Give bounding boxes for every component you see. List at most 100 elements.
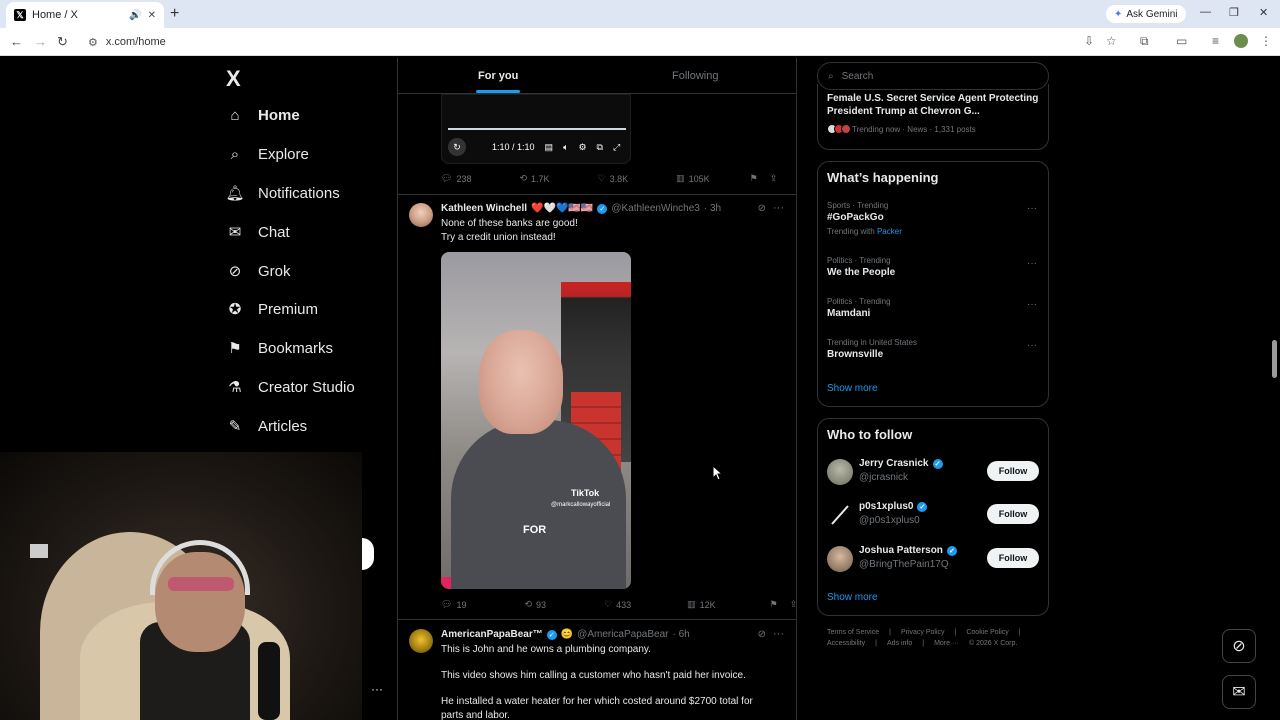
- profile-avatar[interactable]: [1234, 34, 1248, 48]
- account-avatar-partial[interactable]: [362, 538, 374, 570]
- follow-suggestion[interactable]: Joshua Patterson ✓ @BringThePain17Q Follo…: [827, 545, 1039, 575]
- show-more-trends-link[interactable]: Show more: [827, 383, 878, 394]
- follow-name[interactable]: Jerry Crasnick: [859, 458, 929, 469]
- share-icon[interactable]: ⇪: [770, 173, 778, 184]
- grok-icon[interactable]: ⊘: [758, 203, 766, 214]
- replay-icon[interactable]: ↻: [448, 138, 466, 156]
- follow-button[interactable]: Follow: [987, 504, 1039, 524]
- nav-premium[interactable]: ✪ Premium: [226, 300, 318, 319]
- follow-suggestion[interactable]: Jerry Crasnick ✓ @jcrasnick Follow: [827, 458, 1039, 488]
- footer-ads-link[interactable]: Ads info: [887, 640, 912, 647]
- more-icon[interactable]: ···: [1027, 203, 1037, 214]
- captions-icon[interactable]: ▤: [545, 142, 554, 153]
- previous-post-video[interactable]: ↻ 1:10 / 1:10 ▤ 🔈︎ ⚙ ⧉ ⤢: [441, 94, 631, 164]
- follow-button[interactable]: Follow: [987, 461, 1039, 481]
- address-bar[interactable]: ⚙ x.com/home: [82, 32, 1072, 52]
- more-icon[interactable]: ···: [1027, 299, 1037, 310]
- nav-articles[interactable]: ✎ Articles: [226, 417, 307, 436]
- x-logo-icon[interactable]: X: [226, 66, 241, 92]
- repost-button[interactable]: ⟲ 1.7K: [519, 173, 549, 184]
- footer-accessibility-link[interactable]: Accessibility: [827, 640, 865, 647]
- bookmark-post-icon[interactable]: ⚑: [770, 599, 778, 610]
- nav-home[interactable]: ⌂ Home: [226, 106, 299, 124]
- follow-name[interactable]: Joshua Patterson: [859, 545, 943, 556]
- fullscreen-icon[interactable]: ⤢: [613, 142, 620, 153]
- avatar[interactable]: [409, 629, 433, 653]
- avatar[interactable]: [409, 203, 433, 227]
- nav-creator-studio[interactable]: ⚗ Creator Studio: [226, 378, 354, 397]
- page-scrollbar[interactable]: [1271, 58, 1278, 720]
- nav-notifications[interactable]: 🔔︎ Notifications: [225, 184, 339, 203]
- browser-menu-icon[interactable]: ⋮: [1260, 34, 1272, 48]
- footer-cookie-link[interactable]: Cookie Policy: [966, 629, 1008, 636]
- more-icon[interactable]: ···: [773, 628, 784, 640]
- author-handle[interactable]: @KathleenWinche3: [611, 203, 700, 214]
- trend-item[interactable]: Trending in United States Brownsville ··…: [827, 338, 1037, 360]
- minimize-icon[interactable]: —: [1200, 6, 1211, 18]
- scrollbar-thumb[interactable]: [1272, 340, 1277, 378]
- new-tab-button[interactable]: +: [170, 5, 179, 23]
- follow-name[interactable]: p0s1xplus0: [859, 501, 913, 512]
- tab-following[interactable]: Following: [672, 70, 718, 82]
- nav-explore[interactable]: ⌕ Explore: [226, 145, 309, 163]
- more-icon[interactable]: ···: [773, 202, 784, 214]
- speaker-icon[interactable]: 🔊: [129, 10, 141, 21]
- author-name[interactable]: Kathleen Winchell: [441, 203, 527, 214]
- tab-for-you[interactable]: For you: [475, 70, 521, 93]
- messages-fab-button[interactable]: ✉: [1222, 675, 1256, 709]
- trend-item[interactable]: Politics · Trending We the People ···: [827, 256, 1037, 278]
- more-icon[interactable]: ···: [1027, 258, 1037, 269]
- follow-suggestion[interactable]: p0s1xplus0 ✓ @p0s1xplus0 Follow: [827, 501, 1039, 531]
- extensions-icon[interactable]: ⧉: [1140, 34, 1149, 49]
- bookmark-post-icon[interactable]: ⚑: [750, 173, 758, 184]
- account-more-icon[interactable]: ···: [371, 682, 383, 696]
- share-icon[interactable]: ⇪: [790, 599, 796, 610]
- close-tab-icon[interactable]: ✕: [148, 10, 156, 21]
- nav-chat[interactable]: ✉ Chat: [226, 223, 290, 242]
- video-progress-bar[interactable]: [448, 128, 626, 130]
- avatar[interactable]: [827, 459, 853, 485]
- settings-icon[interactable]: ⚙: [578, 142, 586, 153]
- author-handle[interactable]: @AmericaPapaBear: [577, 629, 668, 640]
- post-time[interactable]: · 3h: [704, 203, 721, 214]
- post-video[interactable]: TikTok @markcallowayofficial FOR: [441, 252, 631, 589]
- show-more-follow-link[interactable]: Show more: [827, 592, 878, 603]
- trend-with-link[interactable]: Packer: [877, 227, 902, 236]
- site-info-icon[interactable]: ⚙: [88, 36, 98, 49]
- footer-terms-link[interactable]: Terms of Service: [827, 629, 879, 636]
- post-time[interactable]: · 6h: [672, 629, 689, 640]
- ask-gemini-button[interactable]: ✦ Ask Gemini: [1106, 5, 1186, 23]
- like-button[interactable]: ♡ 433: [604, 599, 631, 610]
- views-button[interactable]: ▥ 12K: [687, 599, 716, 610]
- media-controls-icon[interactable]: ≡: [1212, 34, 1219, 48]
- volume-icon[interactable]: 🔈︎: [563, 142, 568, 153]
- grok-icon[interactable]: ⊘: [758, 629, 766, 640]
- pip-icon[interactable]: ⧉: [597, 142, 603, 153]
- browser-tab[interactable]: 𝕏 Home / X 🔊 ✕: [6, 2, 164, 28]
- home-timeline[interactable]: For you Following ↻ 1:10 / 1:10 ▤ 🔈︎ ⚙ ⧉…: [397, 58, 797, 720]
- views-button[interactable]: ▥ 105K: [676, 173, 710, 184]
- reload-icon[interactable]: ↻: [57, 34, 68, 50]
- trend-item[interactable]: Sports · Trending #GoPackGo Trending wit…: [827, 201, 1037, 236]
- follow-button[interactable]: Follow: [987, 548, 1039, 568]
- author-name[interactable]: AmericanPapaBear™: [441, 629, 543, 640]
- nav-grok[interactable]: ⊘ Grok: [226, 262, 291, 281]
- repost-button[interactable]: ⟲ 93: [524, 599, 546, 610]
- avatar[interactable]: [827, 546, 853, 572]
- more-icon[interactable]: ···: [1027, 340, 1037, 351]
- grok-fab-button[interactable]: ⊘: [1222, 629, 1256, 663]
- bookmark-star-icon[interactable]: ☆: [1106, 34, 1117, 48]
- like-button[interactable]: ♡ 3.8K: [598, 173, 629, 184]
- window-close-icon[interactable]: ✕: [1259, 6, 1268, 19]
- avatar[interactable]: [827, 502, 853, 528]
- reply-button[interactable]: 💬︎ 19: [441, 599, 466, 610]
- restore-icon[interactable]: ❐: [1229, 6, 1239, 19]
- install-app-icon[interactable]: ⇩: [1084, 34, 1094, 48]
- back-icon[interactable]: ←: [10, 34, 23, 49]
- trend-item[interactable]: Politics · Trending Mamdani ···: [827, 297, 1037, 319]
- forward-icon[interactable]: →: [34, 34, 47, 49]
- reply-button[interactable]: 💬︎ 238: [441, 173, 471, 184]
- news-headline[interactable]: Female U.S. Secret Service Agent Protect…: [827, 92, 1042, 118]
- nav-bookmarks[interactable]: ⚑ Bookmarks: [226, 339, 333, 358]
- footer-more-link[interactable]: More ···: [934, 640, 959, 647]
